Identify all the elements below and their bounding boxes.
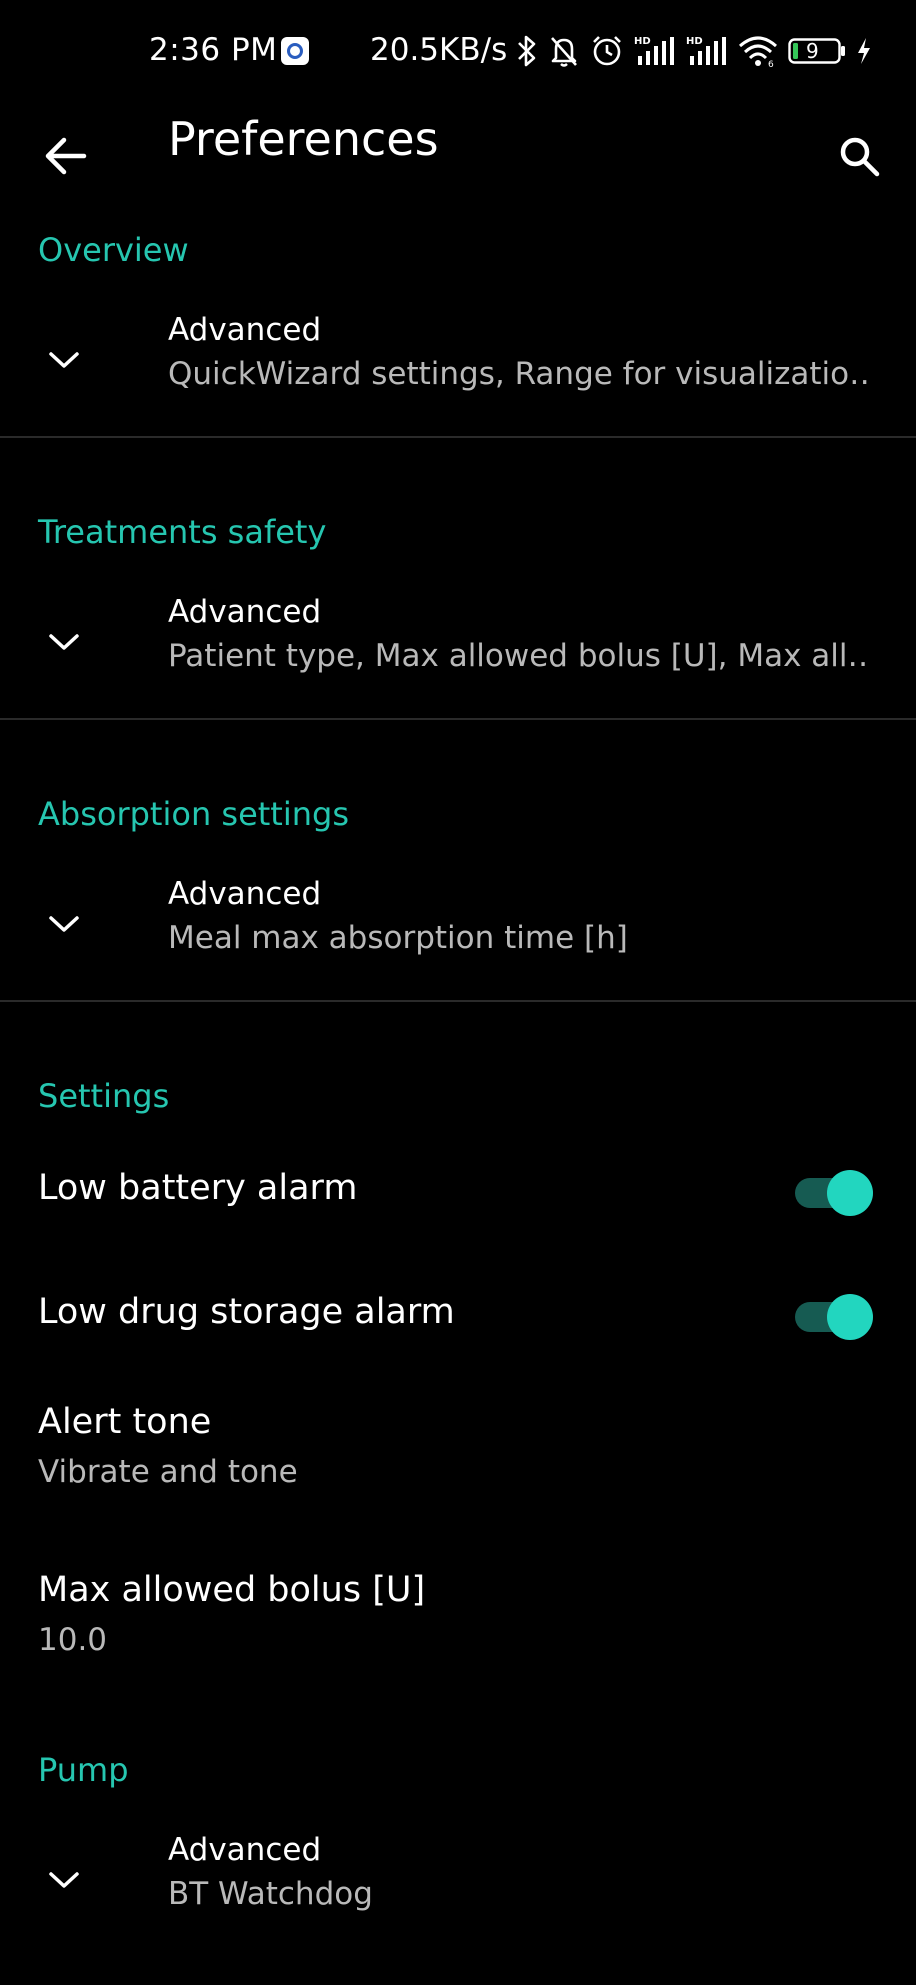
svg-text:6: 6 <box>768 60 774 68</box>
low-drug-storage-alarm-row[interactable]: Low drug storage alarm <box>0 1252 916 1376</box>
max-allowed-bolus-title: Max allowed bolus [U] <box>38 1570 426 1610</box>
hd-signal-icon: HD <box>634 34 676 68</box>
battery-level: 9 <box>806 39 819 63</box>
arrow-left-icon <box>44 136 88 180</box>
category-treatments-safety: Treatments safety <box>38 513 327 551</box>
page-title: Preferences <box>168 112 439 166</box>
category-pump: Pump <box>38 1751 129 1789</box>
status-time: 2:36 PM <box>149 32 278 68</box>
category-overview: Overview <box>38 231 189 269</box>
pump-advanced[interactable]: Advanced BT Watchdog <box>0 1802 916 1956</box>
chevron-down-icon <box>44 340 84 380</box>
switch-thumb <box>827 1294 873 1340</box>
advanced-summary: BT Watchdog <box>168 1876 373 1912</box>
search-button[interactable] <box>823 122 895 194</box>
wifi-icon: 6 <box>738 34 778 68</box>
advanced-title: Advanced <box>168 1832 322 1868</box>
advanced-title: Advanced <box>168 312 322 348</box>
bluetooth-icon <box>516 34 538 68</box>
bell-off-icon <box>548 34 580 68</box>
alert-tone-value: Vibrate and tone <box>38 1454 298 1490</box>
preferences-list: Overview Advanced QuickWizard settings, … <box>0 218 916 1956</box>
search-icon <box>838 135 880 181</box>
overview-advanced[interactable]: Advanced QuickWizard settings, Range for… <box>0 282 916 436</box>
advanced-summary: QuickWizard settings, Range for visualiz… <box>168 356 868 392</box>
network-speed: 20.5KB/s <box>370 32 508 68</box>
max-allowed-bolus-value: 10.0 <box>38 1622 108 1658</box>
low-drug-storage-alarm-label: Low drug storage alarm <box>38 1292 455 1332</box>
svg-text:HD: HD <box>634 36 651 47</box>
alert-tone-row[interactable]: Alert tone Vibrate and tone <box>0 1376 916 1544</box>
battery-icon: 9 <box>788 37 846 65</box>
hd-signal-icon: HD <box>686 34 728 68</box>
advanced-title: Advanced <box>168 594 322 630</box>
max-allowed-bolus-row[interactable]: Max allowed bolus [U] 10.0 <box>0 1544 916 1712</box>
switch-thumb <box>827 1170 873 1216</box>
screen: 2:36 PM 20.5KB/s HD HD 6 9 Preferences O… <box>0 0 916 1985</box>
app-notification-icon <box>281 37 309 65</box>
charging-icon <box>856 36 872 66</box>
alarm-icon <box>590 34 624 68</box>
advanced-summary: Patient type, Max allowed bolus [U], Max… <box>168 638 868 674</box>
advanced-summary: Meal max absorption time [h] <box>168 920 628 956</box>
back-button[interactable] <box>30 122 102 194</box>
low-drug-storage-alarm-toggle[interactable] <box>795 1294 873 1340</box>
advanced-title: Advanced <box>168 876 322 912</box>
alert-tone-title: Alert tone <box>38 1402 212 1442</box>
low-battery-alarm-label: Low battery alarm <box>38 1168 358 1208</box>
category-absorption-settings: Absorption settings <box>38 795 349 833</box>
chevron-down-icon <box>44 622 84 662</box>
chevron-down-icon <box>44 1860 84 1900</box>
app-bar <box>0 100 916 230</box>
low-battery-alarm-toggle[interactable] <box>795 1170 873 1216</box>
treatments-safety-advanced[interactable]: Advanced Patient type, Max allowed bolus… <box>0 564 916 718</box>
chevron-down-icon <box>44 904 84 944</box>
status-icons: HD HD 6 9 <box>516 34 872 68</box>
low-battery-alarm-row[interactable]: Low battery alarm <box>0 1128 916 1252</box>
absorption-advanced[interactable]: Advanced Meal max absorption time [h] <box>0 846 916 1000</box>
status-bar: 2:36 PM 20.5KB/s HD HD 6 9 <box>0 0 916 100</box>
svg-text:HD: HD <box>686 36 703 47</box>
category-settings: Settings <box>38 1077 170 1115</box>
